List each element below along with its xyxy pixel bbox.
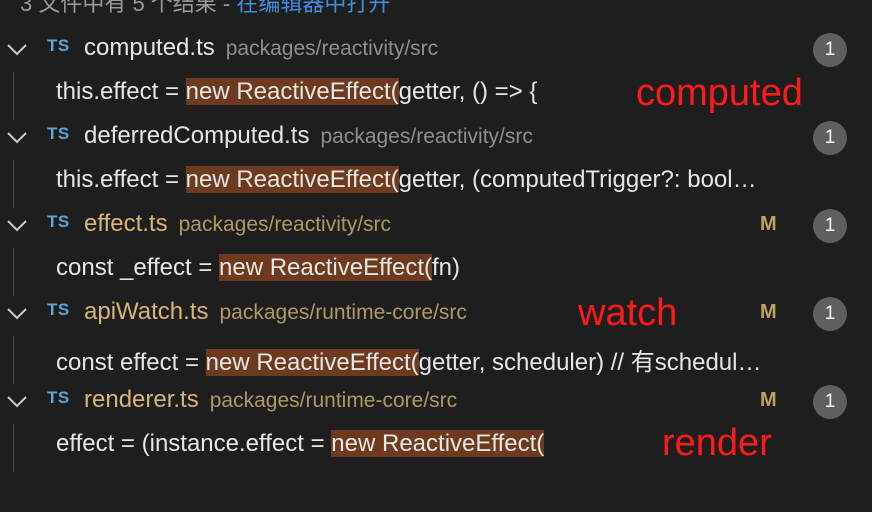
chevron-down-icon[interactable] [6, 217, 28, 233]
file-name-label: renderer.ts [84, 386, 199, 413]
file-row-apiwatch[interactable]: TS apiWatch.ts packages/runtime-core/src … [0, 293, 872, 333]
file-row-deferredcomputed[interactable]: TS deferredComputed.ts packages/reactivit… [0, 117, 872, 157]
file-name-label: effect.ts [84, 210, 168, 237]
tree-indent-guide [13, 336, 14, 384]
match-count-badge: 1 [813, 33, 847, 67]
tree-indent-guide [13, 248, 14, 296]
match-line[interactable]: const _effect = new ReactiveEffect(fn) [0, 248, 872, 296]
tree-indent-guide [13, 424, 14, 472]
match-prefix: effect = (instance.effect = [56, 430, 332, 457]
match-line[interactable]: const effect = new ReactiveEffect(getter… [0, 336, 872, 384]
match-count-badge: 1 [813, 209, 847, 243]
match-suffix: fn) [432, 254, 461, 281]
results-summary: 3 文件中有 5 个结果 - 在编辑器中打开 [20, 0, 390, 16]
results-count-text: 3 文件中有 5 个结果 - [20, 0, 237, 16]
match-suffix: getter, () => { [398, 78, 538, 105]
match-line[interactable]: this.effect = new ReactiveEffect(getter,… [0, 160, 872, 208]
chevron-down-icon[interactable] [6, 305, 28, 321]
annotation-render: render [662, 422, 772, 464]
file-row-computed[interactable]: TS computed.ts packages/reactivity/src 1 [0, 29, 872, 69]
annotation-computed: computed [636, 72, 803, 114]
match-count-badge: 1 [813, 121, 847, 155]
tree-indent-guide [13, 72, 14, 120]
typescript-file-icon: TS [47, 388, 70, 407]
match-highlight: new ReactiveEffect( [185, 166, 399, 193]
match-prefix: const effect = [56, 349, 206, 376]
open-in-editor-link[interactable]: 在编辑器中打开 [236, 0, 390, 16]
match-text[interactable]: const effect = new ReactiveEffect(getter… [56, 342, 862, 377]
match-suffix: getter, scheduler) // 有schedul… [418, 349, 762, 376]
annotation-watch: watch [578, 292, 678, 334]
tree-indent-guide [13, 160, 14, 208]
match-highlight: new ReactiveEffect( [205, 349, 419, 376]
chevron-down-icon[interactable] [6, 393, 28, 409]
file-name: renderer.ts packages/runtime-core/src [84, 386, 457, 414]
match-count-badge: 1 [813, 385, 847, 419]
file-name: apiWatch.ts packages/runtime-core/src [84, 298, 467, 326]
match-prefix: const _effect = [56, 254, 219, 281]
modified-badge: M [760, 389, 777, 411]
file-path: packages/runtime-core/src [209, 389, 458, 412]
file-name-label: apiWatch.ts [84, 298, 209, 325]
file-path: packages/reactivity/src [320, 125, 533, 148]
chevron-down-icon[interactable] [6, 129, 28, 145]
match-highlight: new ReactiveEffect( [185, 78, 399, 105]
typescript-file-icon: TS [47, 124, 70, 143]
file-path: packages/reactivity/src [225, 37, 439, 60]
match-suffix: getter, (computedTrigger?: bool… [398, 166, 757, 193]
match-highlight: new ReactiveEffect( [219, 254, 432, 281]
match-prefix: this.effect = [56, 166, 186, 193]
file-name: deferredComputed.ts packages/reactivity/s… [84, 122, 533, 150]
typescript-file-icon: TS [47, 300, 70, 319]
file-path: packages/runtime-core/src [219, 301, 467, 324]
typescript-file-icon: TS [47, 212, 70, 231]
chevron-down-icon[interactable] [6, 41, 28, 57]
file-name: computed.ts packages/reactivity/src [84, 34, 438, 62]
match-text[interactable]: this.effect = new ReactiveEffect(getter,… [56, 166, 862, 194]
typescript-file-icon: TS [47, 36, 70, 55]
file-path: packages/reactivity/src [178, 213, 392, 236]
match-count-badge: 1 [813, 297, 847, 331]
match-text[interactable]: const _effect = new ReactiveEffect(fn) [56, 254, 862, 282]
file-name-label: deferredComputed.ts [84, 122, 310, 149]
file-row-effect[interactable]: TS effect.ts packages/reactivity/src M 1 [0, 205, 872, 245]
file-name: effect.ts packages/reactivity/src [84, 210, 391, 238]
modified-badge: M [760, 213, 777, 235]
match-highlight: new ReactiveEffect( [331, 430, 545, 457]
file-row-renderer[interactable]: TS renderer.ts packages/runtime-core/src … [0, 381, 872, 421]
file-name-label: computed.ts [84, 34, 215, 61]
modified-badge: M [760, 301, 777, 323]
match-prefix: this.effect = [56, 78, 186, 105]
